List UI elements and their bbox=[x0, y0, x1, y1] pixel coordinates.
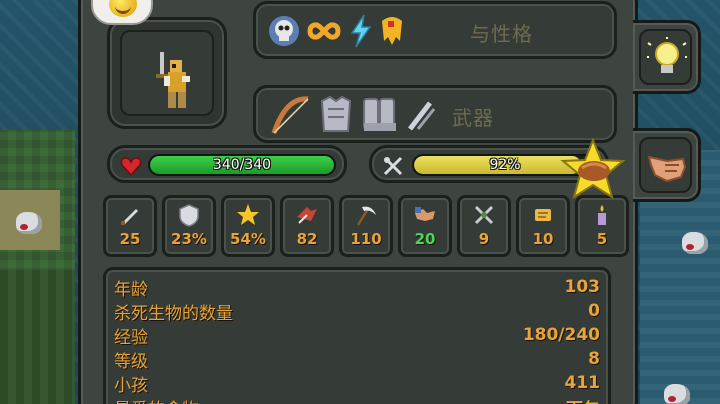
info-row: 等级 8 bbox=[114, 347, 600, 372]
stat-tile[interactable]: 10 bbox=[516, 195, 570, 257]
info-label: 等级 bbox=[114, 351, 148, 372]
info-label: 最爱的食物 bbox=[114, 395, 199, 404]
stat-value: 25 bbox=[119, 230, 141, 248]
unit-info-list: 年龄 103 杀死生物的数量 0 经验 180/240 等级 8 小孩 411 最爱的食物 面包 bbox=[103, 267, 611, 404]
stat-value: 110 bbox=[350, 230, 382, 248]
stat-tile[interactable]: 20 bbox=[398, 195, 452, 257]
armor-shield-icon bbox=[179, 204, 199, 227]
stat-value: 10 bbox=[532, 230, 554, 248]
chicken-creature[interactable] bbox=[664, 384, 690, 404]
diplomacy-handshake-icon bbox=[415, 207, 435, 221]
stat-value: 23% bbox=[171, 230, 207, 248]
stat-value: 20 bbox=[414, 230, 436, 248]
equipment-list bbox=[266, 94, 438, 136]
stewardship-scroll-icon bbox=[535, 209, 551, 221]
fork-spoon-icon bbox=[383, 156, 403, 176]
intelligence-candle-icon bbox=[598, 205, 606, 225]
stat-value: 54% bbox=[230, 230, 266, 248]
info-value: 8 bbox=[588, 349, 600, 369]
stat-tile[interactable]: 23% bbox=[162, 195, 216, 257]
info-label: 经验 bbox=[114, 327, 148, 348]
traits-label: 与性格 bbox=[470, 22, 533, 46]
heart-icon bbox=[120, 157, 142, 176]
range-scythe-icon bbox=[356, 206, 376, 226]
unit-portrait bbox=[120, 30, 214, 116]
helmet-slot-icon[interactable] bbox=[404, 93, 438, 137]
info-row: 最爱的食物 面包 bbox=[114, 395, 600, 404]
info-value: 103 bbox=[564, 277, 601, 297]
info-row: 经验 180/240 bbox=[114, 323, 600, 348]
stat-tile[interactable]: 5 bbox=[575, 195, 629, 257]
lightbulb-icon bbox=[647, 37, 687, 73]
info-row: 杀死生物的数量 0 bbox=[114, 299, 600, 324]
trait-list bbox=[266, 10, 406, 52]
equipment-label: 武器 bbox=[452, 106, 494, 130]
human-unit-sprite-icon bbox=[156, 52, 190, 108]
warfare-crossed-swords-icon bbox=[474, 205, 494, 225]
forest-tiles bbox=[0, 270, 75, 404]
infinity-immortal-trait-icon[interactable] bbox=[304, 13, 344, 49]
health-bar[interactable]: 340/340 bbox=[107, 145, 347, 183]
stat-tile[interactable]: 25 bbox=[103, 195, 157, 257]
info-value: 411 bbox=[564, 373, 601, 393]
stat-value: 9 bbox=[478, 230, 490, 248]
unit-info-panel: 与性格 武器 340/340 92% 25 23% 54% 82 110 20 … bbox=[78, 0, 638, 404]
info-value: 0 bbox=[588, 301, 600, 321]
chicken-creature[interactable] bbox=[16, 212, 42, 234]
boots-armor-icon[interactable] bbox=[358, 93, 402, 137]
mood-bubble[interactable] bbox=[91, 0, 153, 25]
info-value: 面包 bbox=[566, 395, 600, 404]
critical-star-icon bbox=[237, 204, 259, 225]
info-row: 年龄 103 bbox=[114, 275, 601, 300]
skull-trait-icon[interactable] bbox=[266, 13, 302, 49]
hand-pointing-icon bbox=[647, 155, 687, 183]
golden-tooth-trait-icon[interactable] bbox=[378, 13, 406, 49]
stat-value: 82 bbox=[296, 230, 318, 248]
info-label: 小孩 bbox=[114, 375, 148, 396]
unit-portrait-frame[interactable] bbox=[107, 17, 227, 129]
health-bar-track: 340/340 bbox=[148, 154, 336, 176]
chest-armor-icon[interactable] bbox=[316, 93, 356, 137]
damage-sword-icon bbox=[121, 209, 138, 225]
info-label: 年龄 bbox=[114, 279, 148, 300]
hand-of-god-button[interactable] bbox=[633, 128, 701, 202]
info-label: 杀死生物的数量 bbox=[114, 303, 233, 324]
sheep-creature[interactable] bbox=[682, 232, 708, 254]
bow-weapon-icon[interactable] bbox=[266, 93, 314, 137]
info-row: 小孩 411 bbox=[114, 371, 601, 396]
info-value: 180/240 bbox=[522, 325, 600, 345]
equipment-box: 武器 bbox=[253, 85, 617, 143]
stat-tiles: 25 23% 54% 82 110 20 9 10 5 bbox=[103, 195, 629, 257]
favorite-food-star-icon[interactable] bbox=[560, 138, 626, 200]
inspire-button[interactable] bbox=[633, 20, 701, 94]
stat-tile[interactable]: 110 bbox=[339, 195, 393, 257]
health-value: 340/340 bbox=[212, 157, 272, 173]
stat-tile[interactable]: 9 bbox=[457, 195, 511, 257]
traits-box: 与性格 bbox=[253, 1, 617, 59]
stat-tile[interactable]: 54% bbox=[221, 195, 275, 257]
lightning-trait-icon[interactable] bbox=[346, 13, 376, 49]
stat-value: 5 bbox=[596, 230, 608, 248]
attack-speed-icon bbox=[297, 207, 317, 224]
stat-tile[interactable]: 82 bbox=[280, 195, 334, 257]
happy-mood-icon bbox=[109, 0, 137, 17]
